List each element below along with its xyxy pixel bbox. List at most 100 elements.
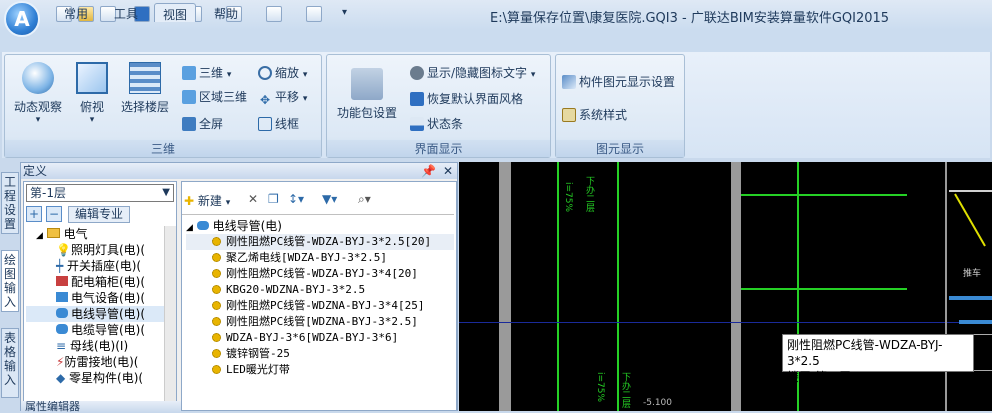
tree-item[interactable]: 电缆导管(电)( <box>26 322 164 338</box>
edit-specialty-button[interactable]: 编辑专业 <box>68 206 130 223</box>
tree-node-conduit[interactable]: ◢ 电线导管(电) <box>186 218 454 234</box>
list-item[interactable]: 聚乙烯电线[WDZA-BYJ-3*2.5] <box>186 250 454 266</box>
orbit-icon <box>22 62 54 94</box>
tree-item[interactable]: ⚡防雷接地(电)( <box>26 354 164 370</box>
category-tree: 第-1层 ▼ + − 编辑专业 ◢ 电气 💡照明灯具(电)( ┿ 开关插座(电)… <box>23 181 177 411</box>
tab-common[interactable]: 常用 <box>56 3 96 22</box>
tree-item[interactable]: 配电箱柜(电)( <box>26 274 164 290</box>
tree-item[interactable]: 电气设备(电)( <box>26 290 164 306</box>
component-tree: ✚ 新建 ▾ ✕ ❐ ↕▾ ▼▾ ⌕▾ ◢ 电线导管(电) 刚性阻燃PC线管-W… <box>181 181 457 411</box>
tab-view[interactable]: 视图 <box>154 3 197 22</box>
gear-icon <box>212 269 221 278</box>
close-icon[interactable]: ✕ <box>443 163 453 179</box>
restore-default-button[interactable]: 恢复默认界面风格 <box>410 90 523 108</box>
conduit-icon <box>196 221 209 230</box>
layout-icon[interactable] <box>306 6 322 22</box>
label: 新建 <box>197 194 222 208</box>
property-editor-header[interactable]: 属性编辑器 <box>21 401 181 413</box>
list-item[interactable]: 刚性阻燃PC线管-WDZA-BYJ-3*4[20] <box>186 266 454 282</box>
label: 显示/隐藏图标文字 <box>427 66 528 80</box>
threed-button[interactable]: 三维 ▾ <box>182 64 231 82</box>
component-display-button[interactable]: 构件图元显示设置 <box>562 73 675 91</box>
label: 电线导管(电) <box>212 219 282 233</box>
pan-button[interactable]: ✥ 平移 ▾ <box>258 88 307 107</box>
label: 全屏 <box>199 117 224 131</box>
label: 刚性阻燃PC线管-WDZA-BYJ-3*2.5[20] <box>226 235 432 248</box>
sort-icon[interactable]: ↕▾ <box>288 192 304 206</box>
tree-node-electrical[interactable]: ◢ 电气 <box>26 226 164 242</box>
new-button[interactable]: ✚ 新建 ▾ <box>184 192 230 210</box>
list-item-selected[interactable]: 刚性阻燃PC线管-WDZA-BYJ-3*2.5[20] <box>186 234 454 250</box>
expand-all-icon[interactable]: + <box>26 206 42 222</box>
copy-icon[interactable]: ❐ <box>268 192 279 206</box>
wireframe-icon <box>258 117 272 131</box>
chevron-down-icon: ▾ <box>35 115 41 125</box>
label: 平移 <box>275 90 300 104</box>
element-tooltip: 刚性阻燃PC线管-WDZA-BYJ-3*2.5 楼层:第-2层 <box>782 334 974 384</box>
list-item[interactable]: LED暖光灯带 <box>186 362 454 378</box>
tree-item[interactable]: ┿ 开关插座(电)( <box>26 258 164 274</box>
list-item[interactable]: KBG20-WDZNA-BYJ-3*2.5 <box>186 282 454 298</box>
label: 刚性阻燃PC线管[WDZNA-BYJ-3*2.5] <box>226 315 418 328</box>
list-item[interactable]: WDZA-BYJ-3*6[WDZA-BYJ-3*6] <box>186 330 454 346</box>
dynamic-view-button[interactable]: 动态观察 ▾ <box>10 62 66 125</box>
panel-header: 定义 📌 ✕ <box>21 163 457 179</box>
collapse-all-icon[interactable]: − <box>46 206 62 222</box>
switch-icon: ┿ <box>56 259 68 273</box>
tree-item-selected[interactable]: 电线导管(电)( <box>26 306 164 322</box>
vertical-scrollbar[interactable] <box>164 226 176 410</box>
tree-item[interactable]: ≡ 母线(电)(I) <box>26 338 164 354</box>
fullscreen-button[interactable]: 全屏 <box>182 115 223 133</box>
list-item[interactable]: 刚性阻燃PC线管-WDZNA-BYJ-3*4[25] <box>186 298 454 314</box>
label: 零星构件(电)( <box>69 371 144 385</box>
app-menu-button[interactable]: A <box>4 1 40 37</box>
label: 动态观察 <box>13 100 62 114</box>
tab-help[interactable]: 帮助 <box>206 3 246 22</box>
chevron-down-icon: ▾ <box>226 70 232 80</box>
label: 电线导管(电)( <box>71 307 146 321</box>
label: 刚性阻燃PC线管-WDZNA-BYJ-3*4[25] <box>226 299 425 312</box>
area-3d-button[interactable]: 区域三维 <box>182 88 247 106</box>
component-icon: ◆ <box>56 371 70 385</box>
gear-icon <box>212 333 221 342</box>
label: 聚乙烯电线[WDZA-BYJ-3*2.5] <box>226 251 387 264</box>
label: 电气设备(电)( <box>71 291 146 305</box>
tab-tools[interactable]: 工具 <box>106 3 146 22</box>
zoom-button[interactable]: 缩放 ▾ <box>258 64 307 82</box>
gear-icon <box>212 237 221 246</box>
label: 线框 <box>275 117 300 131</box>
slope-label: i=75% <box>595 372 605 403</box>
pin-icon[interactable]: 📌 <box>421 163 436 179</box>
wireframe-button[interactable]: 线框 <box>258 115 299 133</box>
tab-engineering-settings[interactable]: 工程设置 <box>1 172 19 234</box>
ribbon-tab-row <box>0 30 992 52</box>
filter-icon[interactable]: ▼▾ <box>322 192 337 206</box>
find-icon[interactable]: ⌕▾ <box>358 192 371 207</box>
tree-item[interactable]: 💡照明灯具(电)( <box>26 242 164 258</box>
tab-table-input[interactable]: 表格输入 <box>1 328 19 398</box>
pan-arrows-icon: ✥ <box>259 93 271 107</box>
door <box>949 190 992 192</box>
label: 恢复默认界面风格 <box>427 92 524 106</box>
side-tab-strip: 工程设置 绘图输入 表格输入 <box>0 162 20 411</box>
delete-icon[interactable]: ✕ <box>248 192 258 206</box>
wall <box>499 162 511 411</box>
list-item[interactable]: 镀锌钢管-25 <box>186 346 454 362</box>
wall-line <box>741 288 907 290</box>
tree-item[interactable]: ◆ 零星构件(电)( <box>26 370 164 386</box>
floor-select[interactable]: 第-1层 ▼ <box>26 184 174 202</box>
status-bar-button[interactable]: 状态条 <box>410 115 463 133</box>
floor-label: 下办二层 <box>620 372 630 408</box>
group-caption: 三维 <box>5 140 321 157</box>
list-item[interactable]: 刚性阻燃PC线管[WDZNA-BYJ-3*2.5] <box>186 314 454 330</box>
select-floor-button[interactable]: 选择楼层 <box>118 62 172 115</box>
show-hide-text-button[interactable]: 显示/隐藏图标文字 ▾ <box>410 64 535 82</box>
system-style-button[interactable]: 系统样式 <box>562 106 627 124</box>
plan-view-button[interactable]: 俯视 ▾ <box>72 62 112 125</box>
cable-icon <box>56 324 68 334</box>
qa-dropdown-icon[interactable]: ▾ <box>342 7 347 18</box>
chevron-down-icon: ▾ <box>89 115 95 125</box>
tab-drawing-input[interactable]: 绘图输入 <box>1 250 19 312</box>
package-settings-button[interactable]: 功能包设置 <box>334 68 400 121</box>
refresh-icon[interactable] <box>266 6 282 22</box>
